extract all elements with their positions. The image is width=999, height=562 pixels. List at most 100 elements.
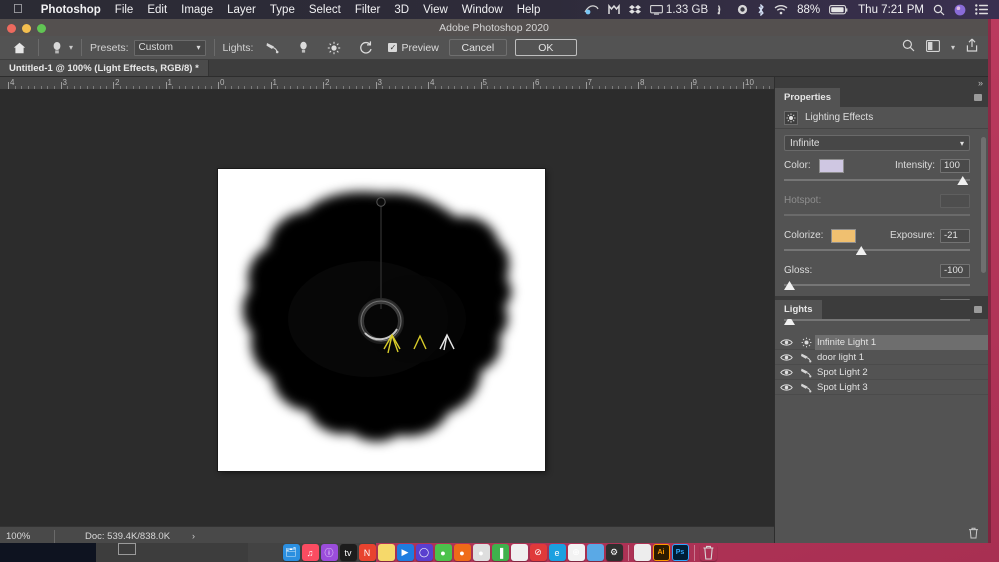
- light-row-infinite-light-1[interactable]: Infinite Light 1: [775, 334, 988, 350]
- point-light-icon[interactable]: [293, 39, 313, 57]
- lights-label: Lights:: [222, 41, 254, 54]
- preview-checkbox[interactable]: ✓: [388, 43, 398, 52]
- menu-item-file[interactable]: File: [108, 4, 141, 16]
- share-icon[interactable]: [966, 38, 978, 57]
- dock-item-preview[interactable]: [586, 544, 604, 561]
- dock-item-numbers[interactable]: ▐: [491, 544, 509, 561]
- color-swatch[interactable]: [818, 158, 844, 173]
- preview-checkbox-group[interactable]: ✓ Preview: [388, 42, 439, 54]
- menu-item-help[interactable]: Help: [510, 4, 548, 16]
- exposure-slider[interactable]: [784, 245, 970, 256]
- presets-dropdown[interactable]: Custom ▾: [133, 39, 206, 56]
- reset-rotate-icon[interactable]: [358, 40, 374, 55]
- bluetooth-icon[interactable]: [757, 3, 765, 16]
- dock-item-firefox[interactable]: ●: [453, 544, 471, 561]
- battery-icon[interactable]: [829, 4, 849, 15]
- menu-item-window[interactable]: Window: [455, 4, 510, 16]
- menu-item-layer[interactable]: Layer: [220, 4, 263, 16]
- menu-item-filter[interactable]: Filter: [348, 4, 388, 16]
- dock-item-pages[interactable]: [510, 544, 528, 561]
- properties-panel-menu-icon[interactable]: [974, 94, 982, 101]
- spotlight-search-icon[interactable]: [933, 4, 945, 16]
- light-row-door-light-1[interactable]: door light 1: [775, 350, 988, 365]
- dock-item-cleanmymac[interactable]: ⚙: [605, 544, 623, 561]
- dock-item-notes[interactable]: [377, 544, 395, 561]
- tab-lights[interactable]: Lights: [775, 300, 822, 319]
- malwarebytes-icon[interactable]: [608, 3, 620, 16]
- dock-item-illustrator[interactable]: Ai: [652, 544, 670, 561]
- eye-icon[interactable]: [775, 368, 797, 377]
- eye-icon[interactable]: [775, 338, 797, 347]
- horizontal-ruler[interactable]: 4 3 2 1 0 1 2 3 4 5 6 7 8 9 10: [0, 77, 774, 90]
- colorize-swatch[interactable]: [831, 228, 857, 243]
- dropbox-icon[interactable]: [628, 4, 641, 16]
- menu-item-select[interactable]: Select: [302, 4, 348, 16]
- notification-center-icon[interactable]: [975, 4, 988, 15]
- dock-item-siri[interactable]: ◯: [415, 544, 433, 561]
- wifi-icon[interactable]: [774, 4, 788, 15]
- dock-item-messages[interactable]: ●: [434, 544, 452, 561]
- dock-item-trash[interactable]: [700, 544, 717, 561]
- dock-item-chrome[interactable]: ●: [472, 544, 490, 561]
- exposure-value[interactable]: -21: [940, 228, 970, 243]
- dock-item-news[interactable]: N: [358, 544, 376, 561]
- display-storage-icon[interactable]: 1.33 GB: [649, 4, 708, 16]
- gloss-value[interactable]: -100: [940, 263, 970, 278]
- light-type-dropdown[interactable]: Infinite ▾: [784, 135, 970, 151]
- rss-icon[interactable]: [717, 4, 728, 15]
- lighting-effects-tool-icon[interactable]: [47, 39, 67, 57]
- menu-item-3d[interactable]: 3D: [387, 4, 416, 16]
- lights-panel-menu-icon[interactable]: [974, 306, 982, 313]
- dock-item-photoshop[interactable]: Ps: [671, 544, 689, 561]
- eye-icon[interactable]: [775, 383, 797, 392]
- menu-item-view[interactable]: View: [416, 4, 455, 16]
- menu-clock[interactable]: Thu 7:21 PM: [858, 4, 924, 16]
- gloss-row: Gloss: -100: [784, 263, 970, 278]
- dock-item-edge[interactable]: e: [548, 544, 566, 561]
- dock-item-appletv[interactable]: tv: [339, 544, 357, 561]
- dock-item-blocker[interactable]: ⊘: [529, 544, 547, 561]
- ruler-minor-tick: [237, 86, 239, 89]
- siri-icon[interactable]: [954, 4, 966, 16]
- dock-item-safari[interactable]: ⊕: [567, 544, 585, 561]
- workspace-layout-icon[interactable]: [926, 39, 940, 57]
- menu-item-edit[interactable]: Edit: [140, 4, 174, 16]
- light-row-spot-light-2[interactable]: Spot Light 2: [775, 365, 988, 380]
- intensity-value[interactable]: 100: [940, 158, 970, 173]
- menu-item-type[interactable]: Type: [263, 4, 302, 16]
- dock-item-acrobat[interactable]: [633, 544, 651, 561]
- canvas-area[interactable]: [0, 90, 774, 526]
- timemachine-icon[interactable]: [737, 4, 748, 15]
- document-tab[interactable]: Untitled‑1 @ 100% (Light Effects, RGB/8)…: [0, 60, 209, 76]
- ruler-label: 7: [587, 78, 592, 87]
- dock-item-podcasts[interactable]: ⓘ: [320, 544, 338, 561]
- properties-scrollbar[interactable]: [981, 137, 986, 273]
- tool-chevron-down-icon[interactable]: ▾: [69, 43, 73, 52]
- dock-item-music[interactable]: ♫: [301, 544, 319, 561]
- cancel-button[interactable]: Cancel: [448, 39, 507, 56]
- tab-properties[interactable]: Properties: [775, 88, 840, 107]
- apple-logo-icon[interactable]: : [13, 2, 23, 15]
- vpn-shield-icon[interactable]: [584, 4, 599, 15]
- menu-item-image[interactable]: Image: [174, 4, 220, 16]
- collapse-panels-icon[interactable]: »: [775, 77, 988, 88]
- workspace-chevron-down-icon[interactable]: ▾: [951, 43, 955, 52]
- close-window-button[interactable]: [7, 24, 16, 33]
- light-row-spot-light-3[interactable]: Spot Light 3: [775, 380, 988, 395]
- dock-item-facetime[interactable]: ▶: [396, 544, 414, 561]
- eye-icon[interactable]: [775, 353, 797, 362]
- gloss-slider[interactable]: [784, 280, 970, 291]
- spot-light-icon[interactable]: [262, 39, 282, 57]
- minimize-window-button[interactable]: [22, 24, 31, 33]
- ruler-minor-tick: [231, 86, 233, 89]
- home-icon[interactable]: [8, 42, 30, 54]
- ruler-minor-tick: [93, 86, 95, 89]
- intensity-slider[interactable]: [784, 175, 970, 186]
- artboard[interactable]: [218, 169, 545, 471]
- search-icon[interactable]: [902, 39, 915, 57]
- ok-button[interactable]: OK: [514, 39, 577, 56]
- menu-item-photoshop[interactable]: Photoshop: [34, 4, 108, 16]
- infinite-light-icon[interactable]: [324, 39, 344, 57]
- maximize-window-button[interactable]: [37, 24, 46, 33]
- dock-item-finder[interactable]: 🗂: [282, 544, 300, 561]
